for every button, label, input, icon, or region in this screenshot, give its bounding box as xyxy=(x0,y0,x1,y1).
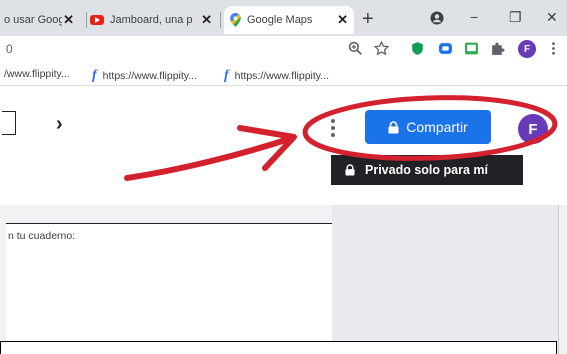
bookmark-label: https://www.flippity... xyxy=(234,70,330,82)
avatar[interactable]: F xyxy=(518,114,548,144)
flippity-icon: f xyxy=(224,68,229,83)
share-tooltip: Privado solo para mí xyxy=(331,155,523,185)
tab-3-label: Google Maps xyxy=(247,14,313,26)
minimize-button[interactable]: − xyxy=(470,9,478,25)
extension-icon[interactable] xyxy=(438,41,453,56)
address-input[interactable]: 0 xyxy=(6,42,13,56)
bookmark-item[interactable]: f https://www.flippity... xyxy=(224,68,329,84)
tab-3[interactable]: Google Maps ✕ xyxy=(224,6,354,34)
tab-separator xyxy=(86,12,87,28)
star-icon[interactable] xyxy=(374,41,389,56)
tab-strip: o usar Goog ✕ Jamboard, una p ✕ Google M… xyxy=(0,0,567,36)
bottom-frame xyxy=(0,341,557,354)
new-tab-button[interactable]: + xyxy=(362,8,374,31)
tooltip-text: Privado solo para mí xyxy=(365,163,488,177)
card-text: n tu cuaderno: xyxy=(8,230,76,242)
page-frame-fragment xyxy=(2,111,16,135)
bookmark-label: /www.flippity... xyxy=(4,68,70,80)
address-bar-row: 0 F xyxy=(0,36,567,62)
browser-menu-icon[interactable] xyxy=(546,41,561,56)
bookmarks-bar: /www.flippity... f https://www.flippity.… xyxy=(0,62,567,86)
maps-pin-icon xyxy=(230,13,241,27)
tab-separator xyxy=(220,12,221,28)
bookmark-label: https://www.flippity... xyxy=(102,70,198,82)
app-header: › Compartir F Privado solo para mí xyxy=(0,87,567,205)
profile-avatar-small[interactable]: F xyxy=(518,40,536,58)
shield-extension-icon[interactable] xyxy=(410,41,425,56)
notebook-card: n tu cuaderno: xyxy=(6,223,332,354)
share-button[interactable]: Compartir xyxy=(365,110,491,144)
puzzle-icon[interactable] xyxy=(490,41,505,56)
tab-3-close-icon[interactable]: ✕ xyxy=(337,12,348,28)
profile-indicator-icon[interactable] xyxy=(430,11,444,25)
flippity-icon: f xyxy=(92,68,97,83)
chevron-right-icon[interactable]: › xyxy=(56,113,63,136)
side-panel xyxy=(332,205,558,354)
share-button-label: Compartir xyxy=(406,119,468,135)
lock-icon xyxy=(345,164,355,176)
tab-2-label: Jamboard, una p xyxy=(110,14,193,26)
maximize-button[interactable]: ❐ xyxy=(509,9,522,26)
bookmark-item[interactable]: f https://www.flippity... xyxy=(92,68,197,84)
tab-2[interactable]: Jamboard, una p ✕ xyxy=(90,6,218,34)
kebab-menu-icon[interactable] xyxy=(326,117,340,139)
tab-2-close-icon[interactable]: ✕ xyxy=(201,12,212,28)
lock-icon xyxy=(388,120,399,133)
tab-1-close-icon[interactable]: ✕ xyxy=(63,12,74,28)
scrollbar[interactable] xyxy=(558,205,567,354)
tab-1[interactable]: o usar Goog ✕ xyxy=(0,6,80,34)
tab-1-label: o usar Goog xyxy=(4,14,62,26)
screen-extension-icon[interactable] xyxy=(464,41,479,56)
zoom-icon[interactable] xyxy=(348,41,363,56)
close-window-button[interactable]: ✕ xyxy=(546,9,558,26)
bookmark-item[interactable]: /www.flippity... xyxy=(4,68,70,80)
content-area: n tu cuaderno: xyxy=(0,205,567,354)
youtube-icon xyxy=(90,15,104,25)
